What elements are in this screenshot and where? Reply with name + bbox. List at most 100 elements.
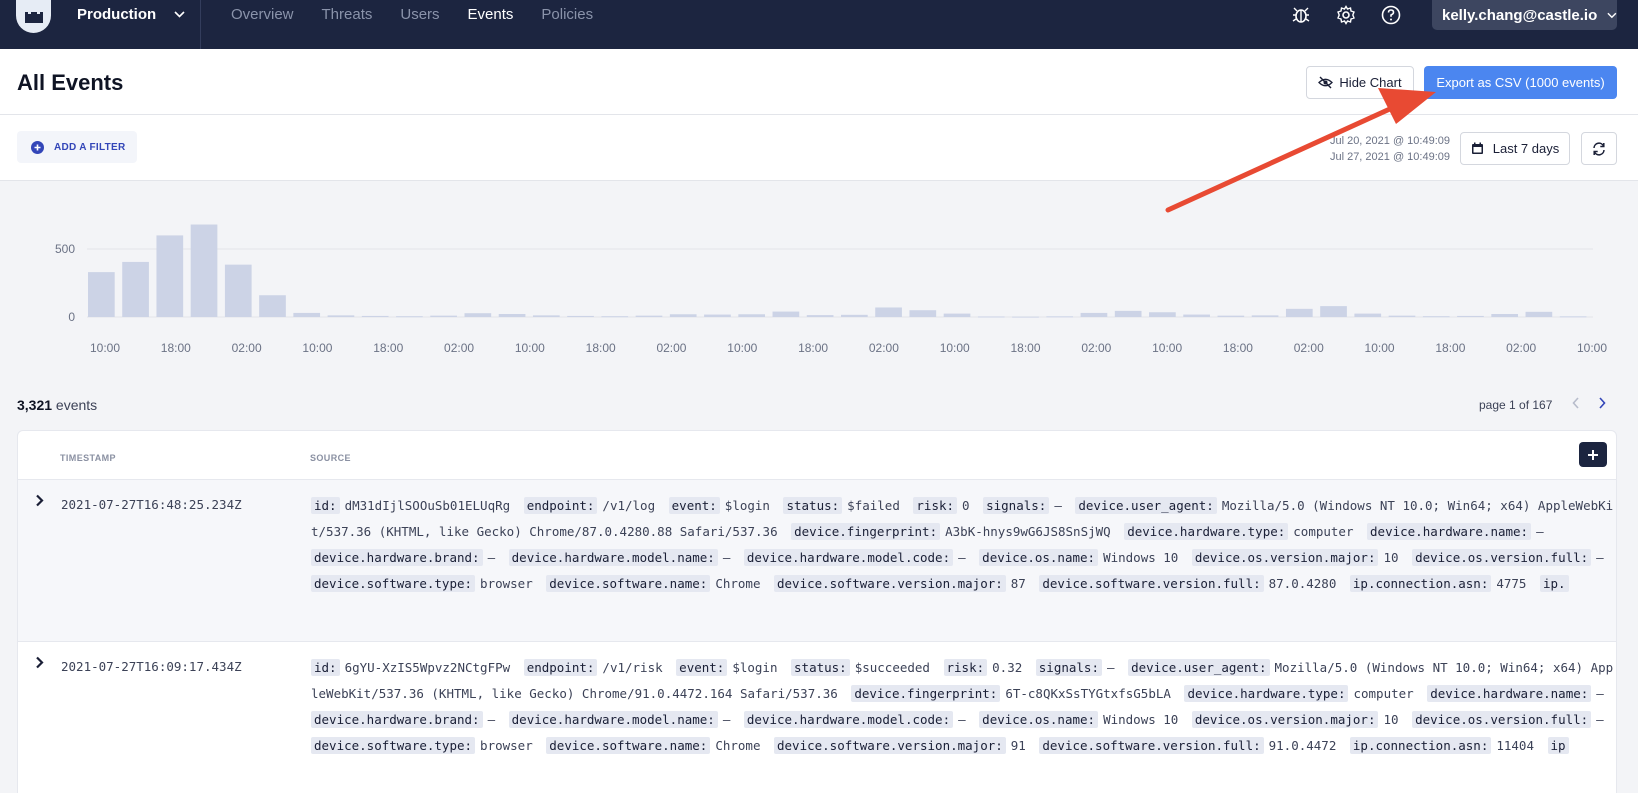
help-icon[interactable] [1380,4,1402,26]
chart-bar[interactable] [498,314,526,317]
source-field: event: $login [668,497,770,514]
field-key: status: [791,659,850,676]
field-key: device.software.name: [546,575,711,592]
chart-bar[interactable] [567,315,594,317]
chart-bar[interactable] [122,261,149,317]
expand-row-button[interactable] [35,656,44,674]
castle-logo[interactable] [16,0,51,33]
chart-bar[interactable] [1422,316,1450,318]
chart-bar[interactable] [1183,314,1210,317]
field-value: computer [1353,686,1414,701]
x-tick-label: 02:00 [1081,341,1111,355]
chart-bar[interactable] [88,272,115,317]
field-key: status: [783,497,843,514]
tab-users[interactable]: Users [400,6,439,23]
chart-bar[interactable] [1251,315,1279,317]
expand-row-button[interactable] [35,494,44,512]
refresh-button[interactable] [1581,132,1617,165]
field-value: 6T-c8QKxSsTYGtxfsG5bLA [1005,686,1171,701]
chart-bar[interactable] [704,314,731,317]
field-key: device.software.name: [546,737,711,754]
field-key: signals: [1035,659,1102,676]
add-filter-button[interactable]: ADD A FILTER [17,131,137,163]
chart-bar[interactable] [464,313,492,317]
chart-bar[interactable] [1559,316,1587,318]
chevron-right-icon [1599,397,1606,409]
chart-bar[interactable] [601,316,629,318]
chart-bar[interactable] [1114,310,1142,317]
chart-bar[interactable] [1012,316,1039,318]
chart-bar[interactable] [259,295,286,317]
field-value: 11404 [1496,738,1534,753]
chart-bar[interactable] [224,264,252,317]
gear-icon[interactable] [1335,4,1357,26]
events-chart: 500 0 10:00 18:00 02:00 10:00 18:00 02:00 10:00 1… [0,181,1638,371]
chart-bar[interactable] [943,313,971,317]
next-page-button[interactable] [1598,396,1606,412]
chart-bar[interactable] [1354,313,1382,317]
field-value: Windows 10 [1103,712,1179,727]
source-field: id: dM31dIjlSOOuSb01ELUqRg [311,497,510,514]
chart-bar[interactable] [396,316,423,318]
field-value: computer [1293,524,1354,539]
x-tick-label: 02:00 [444,341,474,355]
chart-bar[interactable] [156,235,184,317]
chart-bar[interactable] [1388,315,1416,317]
field-value: 91 [1010,738,1026,753]
chart-bar[interactable] [635,315,663,317]
chart-bar[interactable] [909,310,937,317]
chart-bar[interactable] [669,314,697,317]
field-value: Windows 10 [1103,550,1179,565]
events-count: 3,321 events [17,397,97,413]
chart-bar[interactable] [772,311,800,317]
table-row[interactable]: 2021-07-27T16:09:17.434Z id: 6gYU-XzIS5Wp… [18,641,1616,793]
chart-bar[interactable] [361,315,389,317]
chart-bar[interactable] [1217,315,1245,317]
chevron-down-icon [174,11,185,18]
field-key: ip.connection.asn: [1349,575,1492,592]
field-key: signals: [983,497,1050,514]
field-key: ip [1547,737,1569,754]
hide-chart-button[interactable]: Hide Chart [1306,66,1414,99]
tab-overview[interactable]: Overview [231,6,294,23]
user-menu[interactable]: kelly.chang@castle.io [1432,0,1617,30]
chart-bar[interactable] [1285,308,1313,317]
chart-bar[interactable] [875,307,902,317]
chart-bar[interactable] [327,315,355,317]
source-field: device.os.version.major: 10 [1191,549,1399,566]
x-tick-label: 18:00 [1011,341,1041,355]
chart-bar[interactable] [1525,311,1553,317]
chart-bar[interactable] [1080,312,1108,317]
chart-bar[interactable] [1149,312,1176,317]
bug-icon[interactable] [1290,4,1312,26]
chart-bar[interactable] [1320,306,1347,317]
chart-bar[interactable] [430,315,457,317]
chart-bar[interactable] [190,224,218,317]
tab-threats[interactable]: Threats [322,6,373,23]
environment-selector[interactable]: Production [77,6,185,23]
chart-bar[interactable] [293,312,321,317]
field-key: device.software.version.major: [774,737,1006,754]
chart-bar[interactable] [977,316,1005,318]
prev-page-button[interactable] [1572,396,1580,412]
chart-bar[interactable] [841,314,868,317]
refresh-icon [1593,141,1605,156]
x-tick-label: 18:00 [161,341,191,355]
field-key: device.hardware.model.code: [743,711,954,728]
chart-bar[interactable] [532,315,560,317]
chart-bar[interactable] [738,314,766,317]
table-row[interactable]: 2021-07-27T16:48:25.234Z id: dM31dIjlSOOu… [18,479,1616,641]
add-column-button[interactable] [1579,442,1607,467]
field-value: A3bK-hnys9wG6JS8SnSjWQ [945,524,1111,539]
source-field: device.os.version.full: – [1412,711,1604,728]
chart-bar[interactable] [806,315,834,317]
date-range-selector[interactable]: Last 7 days [1460,132,1570,165]
tab-policies[interactable]: Policies [541,6,593,23]
chart-bar[interactable] [1457,315,1484,317]
chart-bar[interactable] [1491,314,1519,317]
export-csv-button[interactable]: Export as CSV (1000 events) [1424,66,1617,99]
chart-bar[interactable] [1046,316,1074,318]
events-count-value: 3,321 [17,397,53,413]
field-value: Chrome [715,738,761,753]
tab-events[interactable]: Events [468,6,514,23]
